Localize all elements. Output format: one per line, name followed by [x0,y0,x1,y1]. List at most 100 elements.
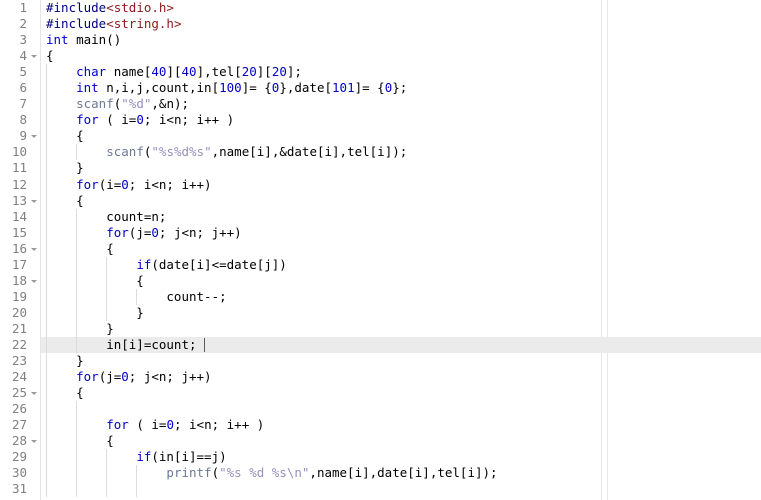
line-number[interactable]: 12 [0,177,27,193]
code-text[interactable]: int main() [46,32,121,48]
code-line[interactable]: 30 printf("%s %d %s\n",name[i],date[i],t… [0,465,761,482]
code-text[interactable]: { [46,273,144,289]
line-number[interactable]: 17 [0,257,27,273]
code-line[interactable]: 6 int n,i,j,count,in[100]= {0},date[101]… [0,80,761,97]
code-text[interactable]: for ( i=0; i<n; i++ ) [46,417,264,433]
code-text[interactable]: scanf("%d",&n); [46,96,189,112]
code-text[interactable]: { [46,385,84,401]
code-text[interactable]: { [46,241,114,257]
line-number[interactable]: 4 [0,48,27,64]
line-number[interactable]: 7 [0,96,27,112]
line-number[interactable]: 30 [0,465,27,481]
code-text[interactable]: printf("%s %d %s\n",name[i],date[i],tel[… [46,465,497,481]
code-text[interactable]: for(i=0; i<n; i++) [46,177,211,193]
line-number[interactable]: 28 [0,433,27,449]
line-number[interactable]: 8 [0,112,27,128]
fold-chevron-down-icon[interactable] [30,273,39,289]
line-number[interactable]: 29 [0,449,27,465]
code-line[interactable]: 5 char name[40][40],tel[20][20]; [0,64,761,81]
line-number[interactable]: 14 [0,209,27,225]
line-number[interactable]: 27 [0,417,27,433]
code-line[interactable]: 1 #include<stdio.h> [0,0,761,16]
fold-chevron-down-icon[interactable] [30,433,39,449]
line-number[interactable]: 5 [0,64,27,80]
code-line[interactable]: 24 for(j=0; j<n; j++) [0,369,761,386]
code-text[interactable]: count=n; [46,209,166,225]
code-text[interactable]: int n,i,j,count,in[100]= {0},date[101]= … [46,80,407,96]
code-text[interactable]: { [46,433,114,449]
code-text[interactable]: } [46,305,144,321]
line-number[interactable]: 18 [0,273,27,289]
code-text[interactable]: if(in[i]==j) [46,449,226,465]
code-line[interactable]: 2 #include<string.h> [0,16,761,32]
code-line[interactable]: 19 count--; [0,288,761,305]
code-line[interactable]: 11 } [0,160,761,177]
code-line[interactable]: 23 } [0,353,761,370]
line-number[interactable]: 23 [0,353,27,369]
line-number[interactable]: 24 [0,369,27,385]
code-text[interactable]: } [46,160,84,176]
code-line[interactable]: 20 } [0,304,761,321]
line-number[interactable]: 26 [0,401,27,417]
line-number[interactable]: 11 [0,160,27,176]
code-line[interactable]: 4{ [0,48,761,64]
line-number[interactable]: 21 [0,321,27,337]
fold-chevron-down-icon[interactable] [30,241,39,257]
code-text[interactable]: char name[40][40],tel[20][20]; [46,64,302,80]
code-line[interactable]: 15 for(j=0; j<n; j++) [0,224,761,241]
line-number[interactable]: 31 [0,481,27,497]
code-text[interactable]: } [46,321,114,337]
code-line[interactable]: 18 { [0,272,761,289]
line-number[interactable]: 1 [0,0,27,16]
code-line[interactable]: 7 scanf("%d",&n); [0,96,761,113]
line-number[interactable]: 2 [0,16,27,32]
fold-chevron-down-icon[interactable] [30,48,39,64]
code-rows-container[interactable]: 1 #include<stdio.h> 2 #include<string.h> 3 in… [0,0,761,498]
line-number[interactable]: 10 [0,144,27,160]
code-line[interactable]: 8 for ( i=0; i<n; i++ ) [0,112,761,129]
code-text[interactable]: { [46,48,54,64]
code-text[interactable]: #include<stdio.h> [46,0,174,16]
code-line[interactable]: 17 if(date[i]<=date[j]) [0,256,761,273]
code-line[interactable]: 26 [0,401,761,418]
line-number[interactable]: 6 [0,80,27,96]
code-text[interactable]: for(j=0; j<n; j++) [46,225,241,241]
line-number[interactable]: 13 [0,193,27,209]
fold-chevron-down-icon[interactable] [30,128,39,144]
code-text[interactable]: for(j=0; j<n; j++) [46,369,211,385]
line-number[interactable]: 9 [0,128,27,144]
code-line[interactable]: 9 { [0,128,761,145]
code-line[interactable]: 27 for ( i=0; i<n; i++ ) [0,417,761,434]
line-number[interactable]: 3 [0,32,27,48]
code-line[interactable]: 12 for(i=0; i<n; i++) [0,176,761,193]
fold-chevron-down-icon[interactable] [30,385,39,401]
fold-chevron-down-icon[interactable] [30,193,39,209]
code-line[interactable]: 28 { [0,433,761,450]
line-number[interactable]: 19 [0,289,27,305]
code-line[interactable]: 13 { [0,192,761,209]
code-text[interactable]: { [46,128,84,144]
code-line[interactable]: 21 } [0,320,761,337]
code-text[interactable]: count--; [46,289,226,305]
line-number[interactable]: 16 [0,241,27,257]
code-text[interactable]: for ( i=0; i<n; i++ ) [46,112,234,128]
code-text[interactable]: #include<string.h> [46,16,181,32]
code-editor[interactable]: 1 #include<stdio.h> 2 #include<string.h> 3 in… [0,0,761,500]
code-line[interactable]: 14 count=n; [0,208,761,225]
line-number[interactable]: 20 [0,305,27,321]
code-text[interactable]: { [46,193,84,209]
code-line[interactable]: 29 if(in[i]==j) [0,449,761,466]
code-line[interactable]: 22 in[i]=count; [0,336,761,354]
code-text[interactable]: if(date[i]<=date[j]) [46,257,287,273]
code-text[interactable]: } [46,353,84,369]
code-text[interactable]: scanf("%s%d%s",name[i],&date[i],tel[i]); [46,144,407,160]
code-line[interactable]: 16 { [0,240,761,257]
line-number[interactable]: 15 [0,225,27,241]
line-number[interactable]: 25 [0,385,27,401]
code-line[interactable]: 31 [0,481,761,498]
code-line[interactable]: 3 int main() [0,32,761,48]
code-line[interactable]: 10 scanf("%s%d%s",name[i],&date[i],tel[i… [0,144,761,161]
line-number[interactable]: 22 [0,337,27,353]
code-text[interactable]: in[i]=count; [46,337,196,353]
code-line[interactable]: 25 { [0,385,761,402]
